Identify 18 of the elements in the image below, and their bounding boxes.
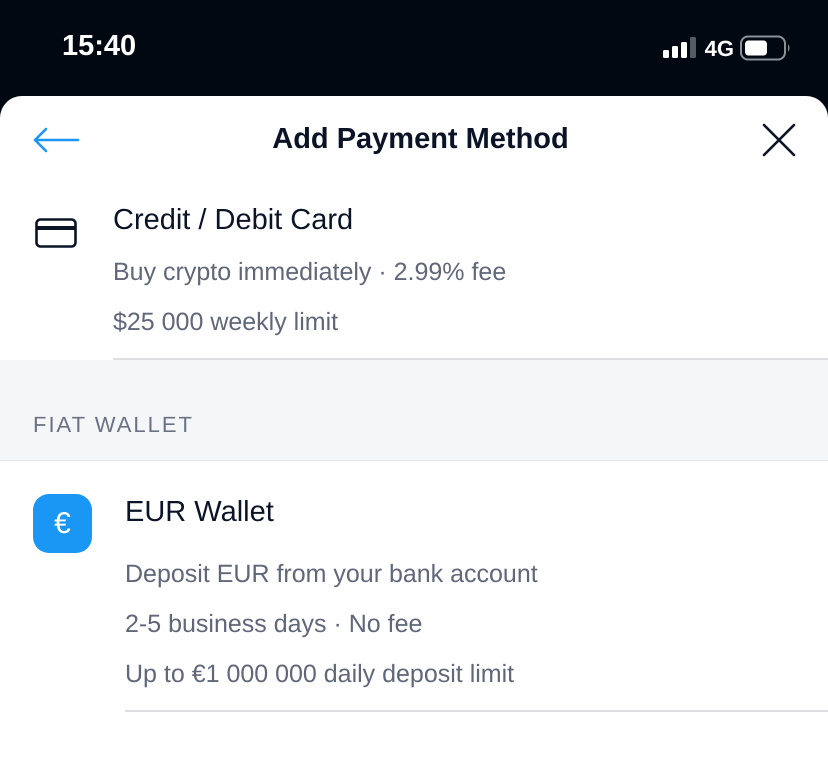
method-detail: Deposit EUR from your bank account <box>125 559 539 590</box>
section-heading: FIAT WALLET <box>33 411 194 439</box>
battery-icon <box>740 35 792 61</box>
method-detail: 2-5 business days · No fee <box>125 609 424 640</box>
status-time: 15:40 <box>62 29 136 64</box>
network-label: 4G <box>704 34 734 62</box>
method-detail: Up to €1 000 000 daily deposit limit <box>125 659 516 690</box>
signal-icon <box>662 37 699 59</box>
screen-title: Add Payment Method <box>272 122 569 158</box>
euro-icon: € <box>33 494 92 553</box>
payment-method-row[interactable]: € EUR Wallet Deposit EUR from your bank account 2-5 business days · No fee Up to €1 000 000 daily deposit limit <box>0 461 828 712</box>
method-detail: $25 000 weekly limit <box>113 307 340 338</box>
method-title: EUR Wallet <box>125 495 275 530</box>
back-button[interactable] <box>32 125 80 155</box>
method-title: Credit / Debit Card <box>113 203 354 238</box>
close-button[interactable] <box>761 122 797 158</box>
method-detail: Buy crypto immediately · 2.99% fee <box>113 257 508 288</box>
credit-card-icon <box>35 218 77 248</box>
